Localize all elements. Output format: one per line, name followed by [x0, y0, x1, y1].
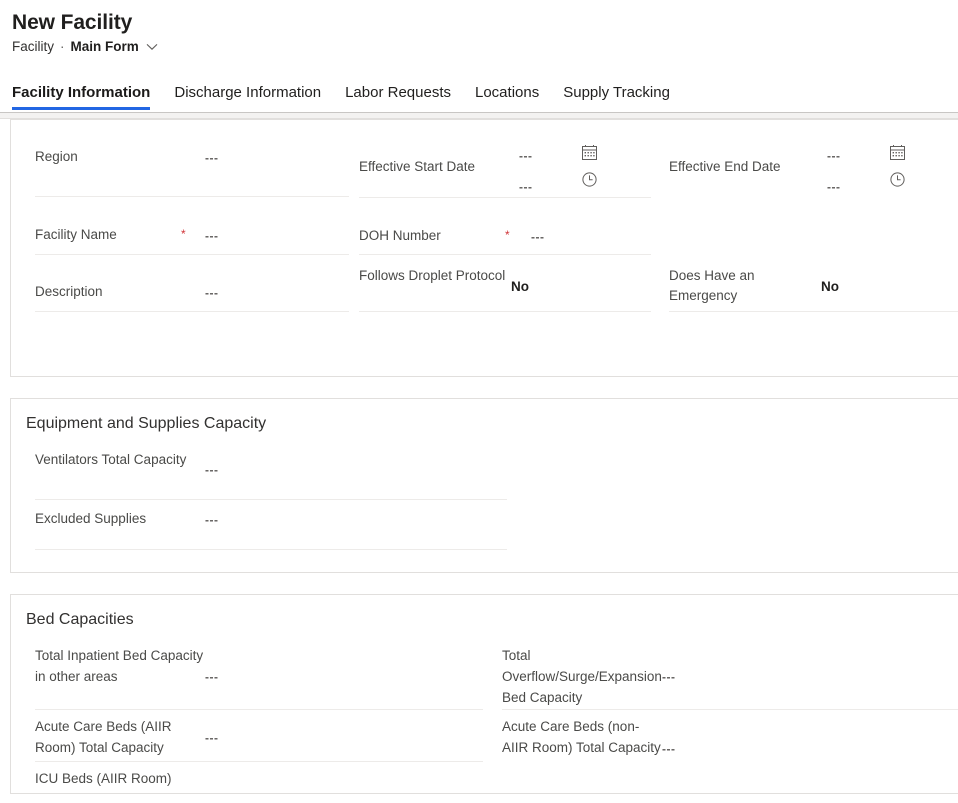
field-acute-care-beds-aiir[interactable]: Acute Care Beds (AIIR Room) Total Capaci… [35, 710, 483, 762]
field-effective-start-date[interactable]: Effective Start Date --- --- [359, 138, 651, 198]
clock-icon[interactable] [581, 171, 598, 188]
field-label-description: Description [35, 284, 103, 299]
field-excluded-supplies[interactable]: Excluded Supplies --- [35, 500, 507, 550]
field-value-facility-name: --- [205, 229, 219, 243]
field-label-acute-care-beds-non-aiir: Acute Care Beds (non-AIIR Room) Total Ca… [502, 719, 661, 755]
form-scroll-area[interactable]: Region --- Facility Name * --- Descripti… [0, 119, 958, 800]
field-value-acute-care-beds-aiir: --- [205, 731, 219, 745]
content-top-divider [0, 112, 958, 119]
field-value-region: --- [205, 151, 219, 165]
field-label-excluded-supplies: Excluded Supplies [35, 511, 147, 526]
calendar-icon[interactable] [581, 144, 598, 161]
field-description[interactable]: Description --- [35, 255, 349, 312]
field-label-total-overflow-surge-expansion: Total Overflow/Surge/Expansion Bed Capac… [502, 648, 662, 705]
tab-facility-information[interactable]: Facility Information [12, 84, 151, 110]
form-header: New Facility Facility · Main Form [0, 0, 958, 56]
tab-locations[interactable]: Locations [475, 84, 539, 110]
tab-discharge-information[interactable]: Discharge Information [174, 84, 321, 110]
field-value-effective-start-time: --- [519, 180, 533, 194]
field-total-overflow-surge-expansion-bed-capacity[interactable]: Total Overflow/Surge/Expansion Bed Capac… [502, 637, 958, 710]
required-indicator-facility-name: * [181, 227, 186, 241]
general-left-column: Region --- Facility Name * --- Descripti… [11, 120, 349, 312]
general-right-column: Effective End Date --- --- Does Have an … [649, 120, 958, 312]
field-does-have-an-emergency[interactable]: Does Have an Emergency No [669, 255, 958, 312]
field-label-effective-end-date: Effective End Date [669, 159, 781, 174]
tab-supply-tracking[interactable]: Supply Tracking [563, 84, 670, 110]
field-label-total-inpatient-bed-capacity: Total Inpatient Bed Capacity in other ar… [35, 648, 204, 684]
field-value-doh-number: --- [531, 230, 545, 244]
field-value-excluded-supplies: --- [205, 513, 219, 527]
field-effective-end-date[interactable]: Effective End Date --- --- [669, 138, 958, 198]
equipment-left-column: Ventilators Total Capacity --- Excluded … [11, 441, 507, 550]
field-label-does-have-an-emergency: Does Have an Emergency [669, 268, 755, 303]
section-title-equipment: Equipment and Supplies Capacity [26, 415, 267, 432]
tab-labor-requests[interactable]: Labor Requests [345, 84, 451, 110]
effective-end-date-values[interactable]: --- --- [827, 138, 889, 198]
field-value-total-inpatient-bed-capacity: --- [205, 670, 219, 684]
field-label-icu-beds-aiir: ICU Beds (AIIR Room) [35, 771, 172, 786]
field-value-ventilators-total-capacity: --- [205, 463, 219, 477]
field-label-follows-droplet-protocol: Follows Droplet Protocol [359, 268, 506, 283]
field-value-does-have-an-emergency: No [821, 279, 839, 294]
field-value-total-overflow-surge-expansion: --- [662, 670, 676, 684]
clock-icon[interactable] [889, 171, 906, 188]
field-follows-droplet-protocol[interactable]: Follows Droplet Protocol No [359, 255, 651, 312]
section-equipment-and-supplies-capacity: Equipment and Supplies Capacity Ventilat… [10, 398, 958, 573]
field-value-acute-care-beds-non-aiir: --- [662, 742, 676, 756]
tab-strip[interactable]: Facility Information Discharge Informati… [0, 76, 958, 110]
field-label-facility-name: Facility Name [35, 227, 117, 242]
effective-end-date-icons[interactable] [889, 138, 906, 188]
effective-start-date-icons[interactable] [581, 138, 598, 188]
beds-left-column: Total Inpatient Bed Capacity in other ar… [11, 637, 488, 800]
general-middle-column: Effective Start Date --- --- DOH Number … [339, 120, 651, 312]
section-bed-capacities: Bed Capacities Total Inpatient Bed Capac… [10, 594, 958, 794]
field-label-ventilators-total-capacity: Ventilators Total Capacity [35, 452, 187, 467]
form-selector[interactable]: Main Form [71, 38, 158, 56]
section-general: Region --- Facility Name * --- Descripti… [10, 119, 958, 377]
field-label-effective-start-date: Effective Start Date [359, 159, 476, 174]
field-label-region: Region [35, 149, 78, 164]
field-region[interactable]: Region --- [35, 138, 349, 197]
field-acute-care-beds-non-aiir[interactable]: Acute Care Beds (non-AIIR Room) Total Ca… [502, 710, 958, 800]
field-label-acute-care-beds-aiir: Acute Care Beds (AIIR Room) Total Capaci… [35, 719, 172, 755]
calendar-icon[interactable] [889, 144, 906, 161]
chevron-down-icon [146, 43, 158, 51]
field-value-effective-end-time: --- [827, 180, 841, 194]
required-indicator-doh-number: * [505, 228, 510, 242]
field-spacer-right [669, 198, 958, 255]
field-facility-name[interactable]: Facility Name * --- [35, 197, 349, 255]
field-doh-number[interactable]: DOH Number * --- [359, 198, 651, 255]
section-title-bed-capacities: Bed Capacities [26, 611, 134, 628]
field-value-effective-start-date: --- [519, 149, 533, 163]
breadcrumb-separator: · [60, 39, 65, 54]
field-ventilators-total-capacity[interactable]: Ventilators Total Capacity --- [35, 441, 507, 500]
page-title: New Facility [12, 11, 133, 34]
field-label-doh-number: DOH Number [359, 228, 441, 243]
breadcrumb: Facility · Main Form [12, 38, 958, 56]
effective-start-date-values[interactable]: --- --- [519, 138, 581, 198]
entity-name: Facility [12, 39, 55, 54]
field-value-description: --- [205, 286, 219, 300]
form-selector-label: Main Form [70, 39, 139, 54]
field-total-inpatient-bed-capacity[interactable]: Total Inpatient Bed Capacity in other ar… [35, 637, 483, 710]
beds-right-column: Total Overflow/Surge/Expansion Bed Capac… [488, 637, 958, 800]
field-value-follows-droplet-protocol: No [511, 279, 529, 294]
field-icu-beds-aiir[interactable]: ICU Beds (AIIR Room) [35, 762, 483, 800]
field-value-effective-end-date: --- [827, 149, 841, 163]
